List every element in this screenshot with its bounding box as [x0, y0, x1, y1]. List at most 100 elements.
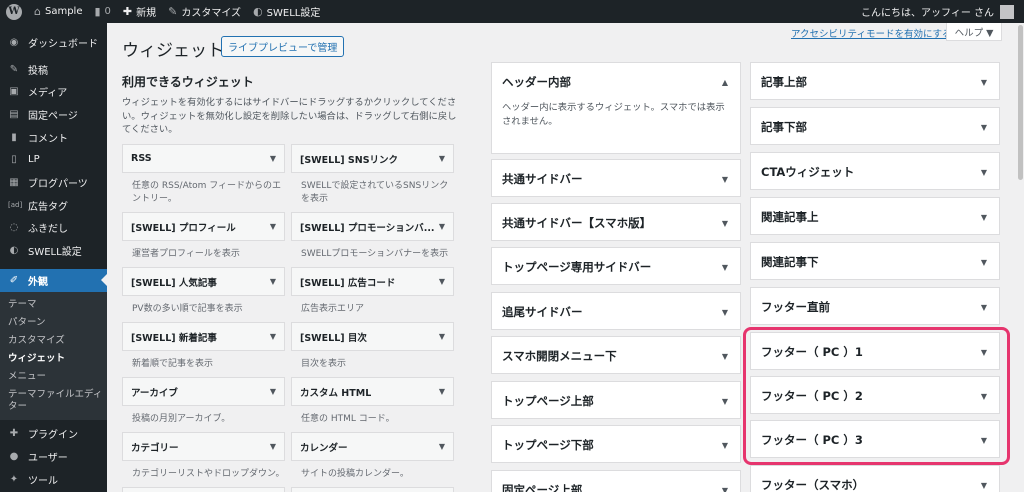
widget-swell-popular-posts[interactable]: [SWELL] 人気記事 ▼ PV数の多い順で記事を表示 — [122, 267, 285, 316]
menu-posts[interactable]: ✎ 投稿 — [0, 58, 107, 81]
area-page-top[interactable]: 固定ページ上部 ▼ — [491, 470, 741, 492]
comments-link[interactable]: ▮ 0 — [88, 0, 116, 23]
area-title: 固定ページ上部 — [502, 483, 583, 492]
area-before-footer[interactable]: フッター直前 ▼ — [750, 287, 1000, 325]
wp-logo-menu[interactable]: W — [0, 0, 28, 23]
widget-title-bar[interactable]: [SWELL] 目次 ▼ — [291, 322, 454, 351]
widget-description: 運営者プロフィールを表示 — [132, 249, 240, 259]
area-title: トップページ専用サイドバー — [502, 260, 652, 274]
accessibility-mode-link[interactable]: アクセシビリティモードを有効にする — [791, 26, 952, 40]
area-title-bar[interactable]: 記事上部 ▼ — [751, 63, 999, 101]
menu-balloon[interactable]: ◌ ふきだし — [0, 217, 107, 240]
widget-swell-new-posts[interactable]: [SWELL] 新着記事 ▼ 新着順で記事を表示 — [122, 322, 285, 371]
menu-users[interactable]: ● ユーザー — [0, 445, 107, 468]
area-cta-widget[interactable]: CTAウィジェット ▼ — [750, 152, 1000, 190]
area-article-bottom[interactable]: 記事下部 ▼ — [750, 107, 1000, 145]
area-related-posts-top[interactable]: 関連記事上 ▼ — [750, 197, 1000, 235]
widget-title-bar[interactable]: [SWELL] プロフィール ▼ — [122, 212, 285, 241]
swell-settings-link[interactable]: ◐ SWELL設定 — [247, 0, 326, 23]
area-title-bar[interactable]: ヘッダー内部 ▲ — [492, 63, 740, 101]
area-footer-mobile[interactable]: フッター（スマホ） ▼ — [750, 465, 1000, 492]
widget-title-bar[interactable]: [SWELL] プロモーションバ... ▼ — [291, 212, 454, 241]
widget-title-bar[interactable]: [SWELL] 広告コード ▼ — [291, 267, 454, 296]
area-title-bar[interactable]: 記事下部 ▼ — [751, 108, 999, 146]
arrow-down-icon: ▼ — [980, 257, 987, 267]
area-header-inner[interactable]: ヘッダー内部 ▲ ヘッダー内に表示するウィジェット。スマホでは表示されません。 — [491, 62, 741, 154]
customize-link[interactable]: ✎ カスタマイズ — [162, 0, 247, 23]
menu-media[interactable]: ▣ メディア — [0, 80, 107, 103]
widget-rss[interactable]: RSS ▼ 任意の RSS/Atom フィードからのエントリー。 — [122, 144, 285, 206]
widget-title-bar[interactable]: [SWELL] 人気記事 ▼ — [122, 267, 285, 296]
area-title-bar[interactable]: スマホ開閉メニュー下 ▼ — [492, 337, 740, 375]
area-title-bar[interactable]: トップページ専用サイドバー ▼ — [492, 248, 740, 286]
area-top-page-bottom[interactable]: トップページ下部 ▼ — [491, 425, 741, 463]
submenu-themes[interactable]: テーマ — [0, 296, 107, 314]
menu-dashboard[interactable]: ◉ ダッシュボード — [0, 31, 107, 54]
area-title-bar[interactable]: トップページ上部 ▼ — [492, 382, 740, 420]
menu-swell-settings[interactable]: ◐ SWELL設定 — [0, 239, 107, 262]
area-title-bar[interactable]: 追尾サイドバー ▼ — [492, 293, 740, 331]
submenu-menus[interactable]: メニュー — [0, 368, 107, 386]
area-title-bar[interactable]: CTAウィジェット ▼ — [751, 153, 999, 191]
menu-blog-parts[interactable]: ▦ ブログパーツ — [0, 171, 107, 194]
widget-swell-sns-link[interactable]: [SWELL] SNSリンク ▼ SWELLで設定されているSNSリンクを表示 — [291, 144, 454, 206]
arrow-up-icon: ▲ — [721, 77, 728, 87]
area-top-page-sidebar[interactable]: トップページ専用サイドバー ▼ — [491, 247, 741, 285]
menu-ad-tags[interactable]: [ad] 広告タグ — [0, 194, 107, 217]
submenu-widgets[interactable]: ウィジェット — [0, 350, 107, 368]
widget-description: 投稿の月別アーカイブ。 — [132, 414, 231, 424]
scrollbar-thumb[interactable] — [1018, 25, 1023, 180]
widget-title: [SWELL] プロモーションバ... — [300, 222, 435, 234]
help-tab[interactable]: ヘルプ ▼ — [946, 23, 1002, 41]
widget-swell-ad-code[interactable]: [SWELL] 広告コード ▼ 広告表示エリア — [291, 267, 454, 316]
menu-lp[interactable]: ▯ LP — [0, 148, 107, 171]
my-account-menu[interactable]: こんにちは、アッフィー さん — [861, 4, 1024, 19]
menu-plugins[interactable]: ✚ プラグイン — [0, 423, 107, 446]
widget-title-bar[interactable]: RSS ▼ — [122, 144, 285, 173]
arrow-down-icon: ▼ — [438, 277, 445, 286]
menu-tools[interactable]: ✦ ツール — [0, 468, 107, 491]
widget-swell-toc[interactable]: [SWELL] 目次 ▼ 目次を表示 — [291, 322, 454, 371]
widget-title-bar[interactable]: カテゴリー ▼ — [122, 432, 285, 461]
submenu-customize[interactable]: カスタマイズ — [0, 332, 107, 350]
site-name-link[interactable]: ⌂ Sample — [28, 0, 88, 23]
area-article-top[interactable]: 記事上部 ▼ — [750, 62, 1000, 100]
widget-swell-promotion-banner[interactable]: [SWELL] プロモーションバ... ▼ SWELLプロモーションバナーを表示 — [291, 212, 454, 261]
area-sticky-sidebar[interactable]: 追尾サイドバー ▼ — [491, 292, 741, 330]
new-content-link[interactable]: ✚ 新規 — [117, 0, 162, 23]
area-mobile-menu-bottom[interactable]: スマホ開閉メニュー下 ▼ — [491, 336, 741, 374]
arrow-down-icon: ▼ — [721, 485, 728, 492]
menu-pages[interactable]: ▤ 固定ページ — [0, 103, 107, 126]
area-title-bar[interactable]: フッター（スマホ） ▼ — [751, 466, 999, 492]
area-title-bar[interactable]: 共通サイドバー ▼ — [492, 160, 740, 198]
widget-categories[interactable]: カテゴリー ▼ カテゴリーリストやドロップダウン。 — [122, 432, 285, 481]
area-title-bar[interactable]: トップページ下部 ▼ — [492, 426, 740, 464]
widget-swell-profile[interactable]: [SWELL] プロフィール ▼ 運営者プロフィールを表示 — [122, 212, 285, 261]
area-top-page-top[interactable]: トップページ上部 ▼ — [491, 381, 741, 419]
widget-custom-html[interactable]: カスタム HTML ▼ 任意の HTML コード。 — [291, 377, 454, 426]
widget-title-bar[interactable]: [SWELL] 新着記事 ▼ — [122, 322, 285, 351]
widget-title-bar[interactable] — [291, 487, 454, 492]
area-title-bar[interactable]: 固定ページ上部 ▼ — [492, 471, 740, 492]
widget-archives[interactable]: アーカイブ ▼ 投稿の月別アーカイブ。 — [122, 377, 285, 426]
area-title-bar[interactable]: 共通サイドバー【スマホ版】 ▼ — [492, 204, 740, 242]
widget-title-bar[interactable]: カスタム HTML ▼ — [291, 377, 454, 406]
area-title-bar[interactable]: 関連記事上 ▼ — [751, 198, 999, 236]
widget-title-bar[interactable] — [122, 487, 285, 492]
widget-calendar[interactable]: カレンダー ▼ サイトの投稿カレンダー。 — [291, 432, 454, 481]
widget-title-bar[interactable]: アーカイブ ▼ — [122, 377, 285, 406]
area-title: 関連記事上 — [761, 210, 819, 224]
area-title-bar[interactable]: 関連記事下 ▼ — [751, 243, 999, 281]
page-scrollbar[interactable] — [1017, 23, 1024, 492]
widget-title-bar[interactable]: [SWELL] SNSリンク ▼ — [291, 144, 454, 173]
area-title-bar[interactable]: フッター直前 ▼ — [751, 288, 999, 326]
submenu-patterns[interactable]: パターン — [0, 314, 107, 332]
live-preview-button[interactable]: ライブプレビューで管理 — [221, 36, 345, 57]
menu-appearance[interactable]: ✐ 外観 — [0, 268, 107, 292]
submenu-theme-file-editor[interactable]: テーマファイルエディター — [0, 386, 107, 416]
area-related-posts-bottom[interactable]: 関連記事下 ▼ — [750, 242, 1000, 280]
widget-title-bar[interactable]: カレンダー ▼ — [291, 432, 454, 461]
menu-comments[interactable]: ▮ コメント — [0, 126, 107, 149]
area-common-sidebar[interactable]: 共通サイドバー ▼ — [491, 159, 741, 197]
area-common-sidebar-mobile[interactable]: 共通サイドバー【スマホ版】 ▼ — [491, 203, 741, 241]
